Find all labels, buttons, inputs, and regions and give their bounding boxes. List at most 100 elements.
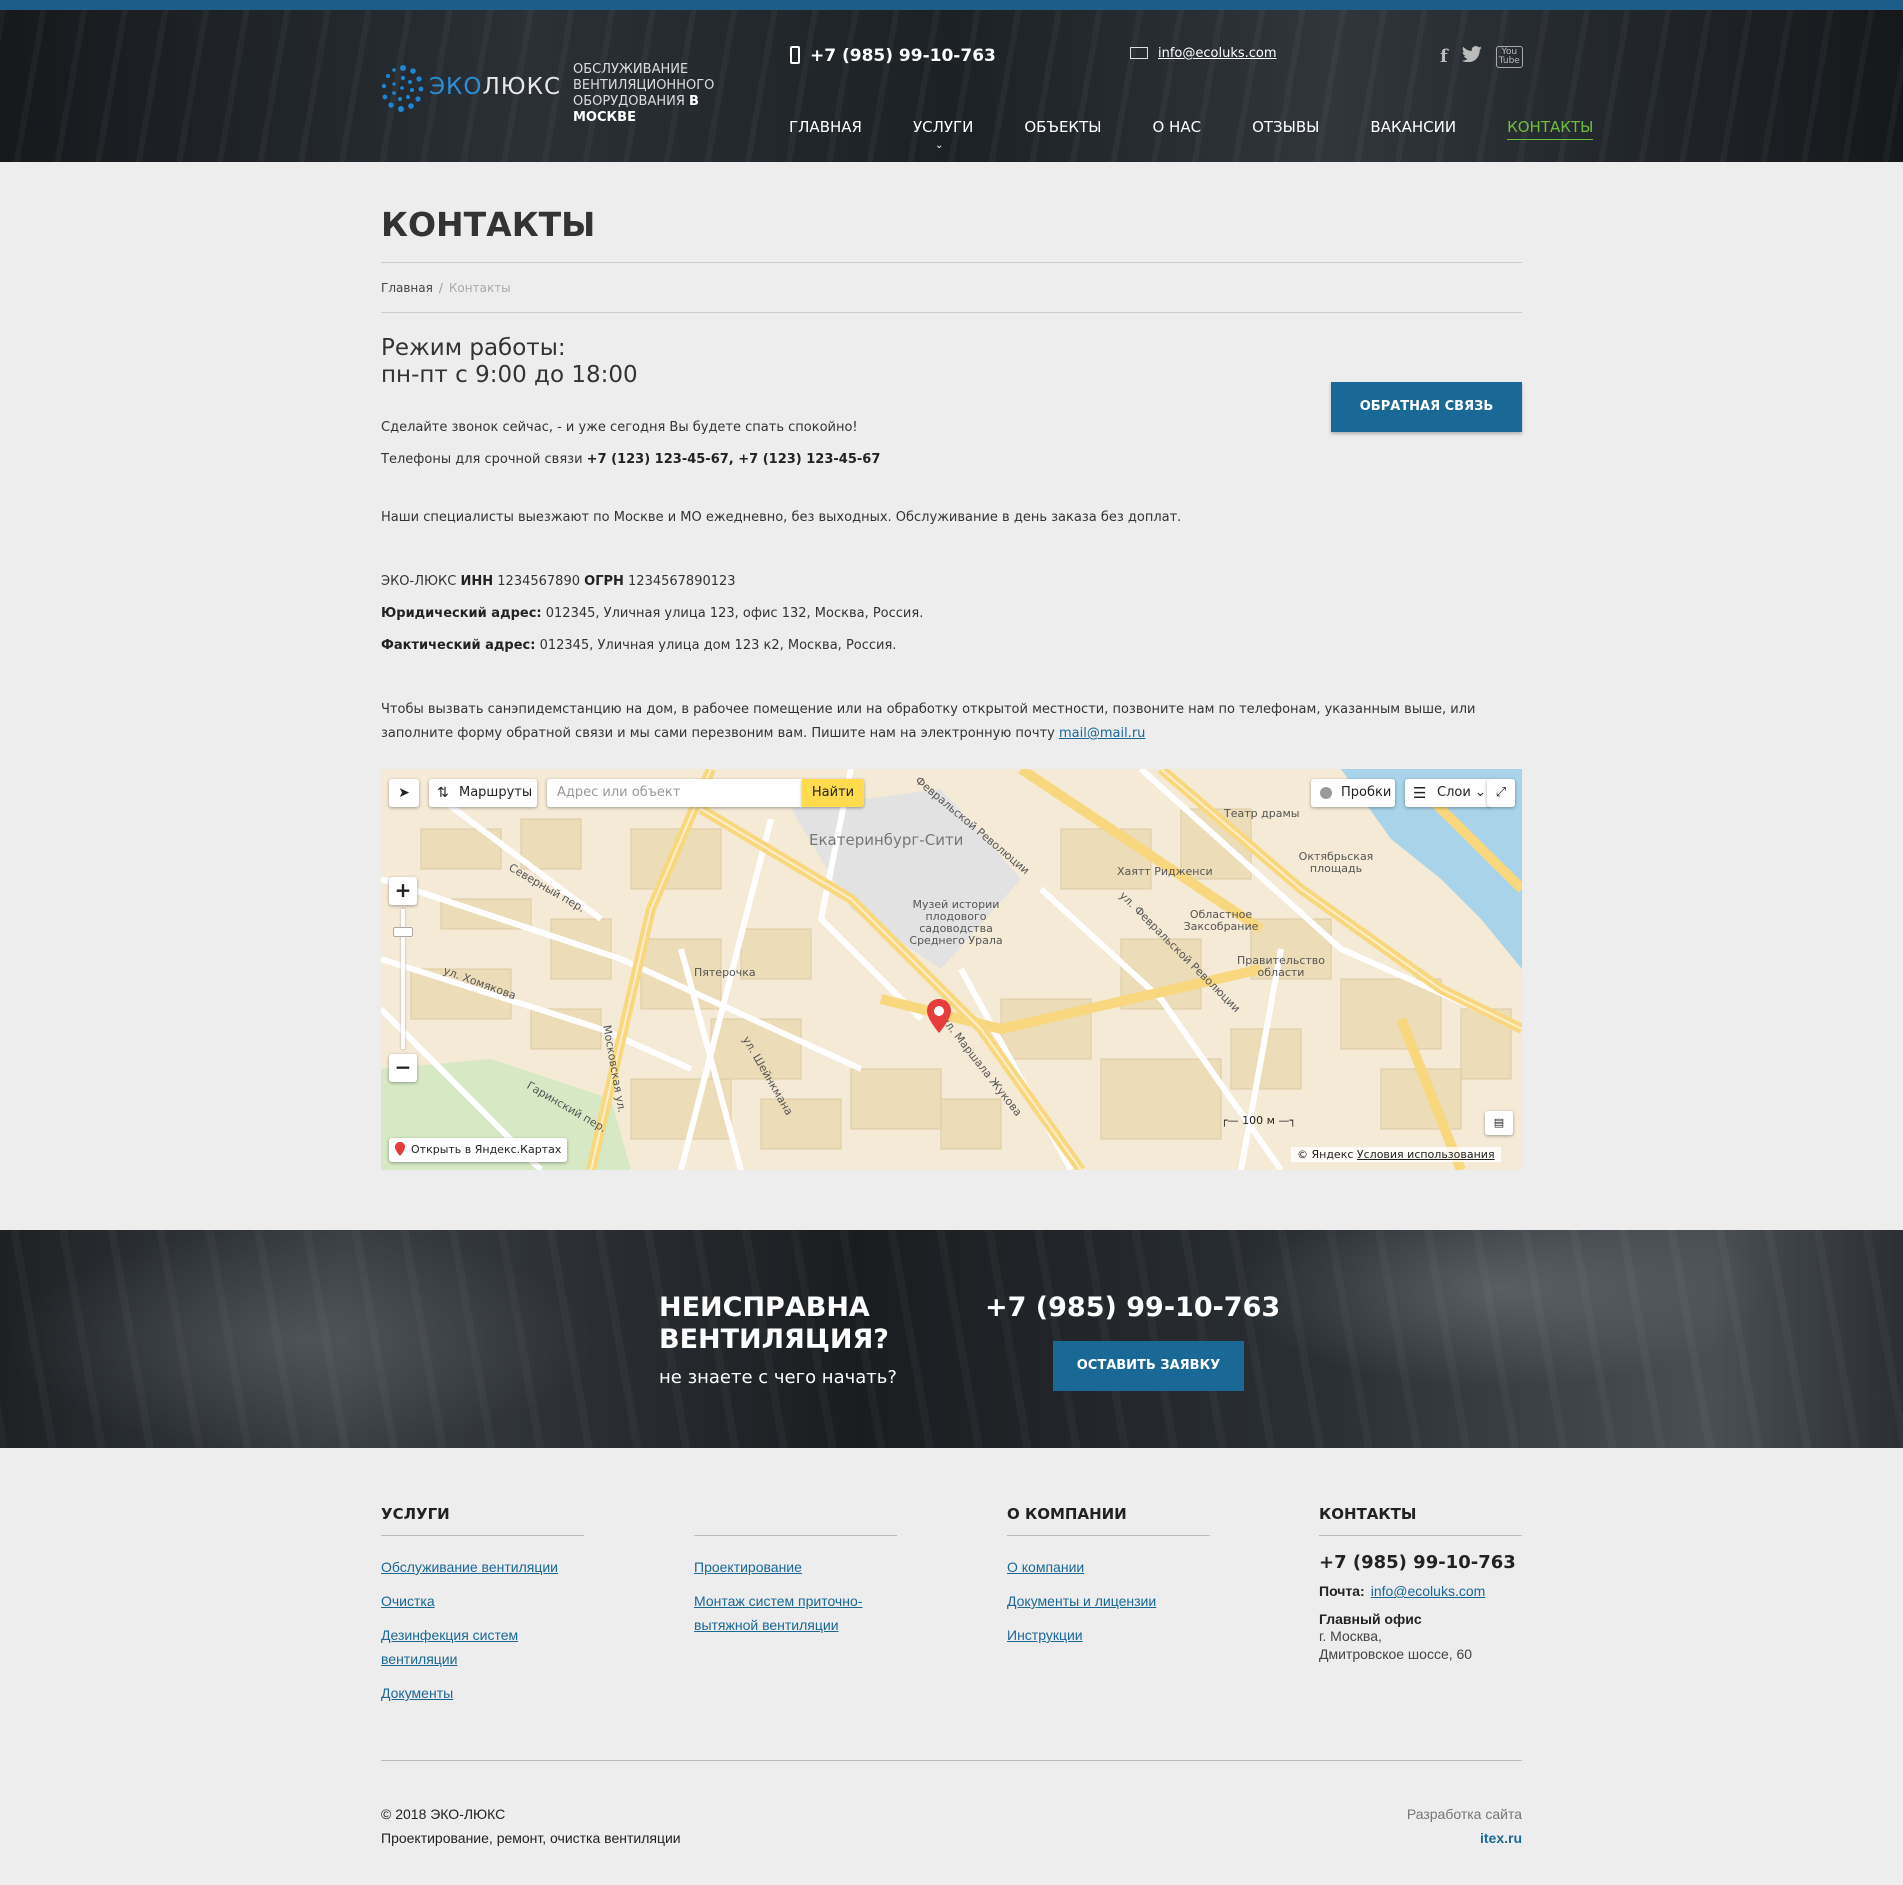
footer-link: Монтаж систем приточно-вытяжной вентиляц…	[694, 1589, 897, 1637]
breadcrumb-separator: /	[438, 281, 443, 295]
map-terms-link[interactable]: Условия использования	[1357, 1148, 1495, 1161]
divider	[381, 262, 1522, 263]
map-label-museum: Музей истории плодового садоводства Сред…	[909, 898, 1003, 947]
nav-item-reviews[interactable]: ОТЗЫВЫ	[1252, 118, 1319, 140]
fullscreen-button[interactable]: ⤢	[1487, 779, 1515, 807]
footer-services-col-2: Проектирование Монтаж систем приточно-вы…	[694, 1505, 897, 1647]
tagline-line-2: ВЕНТИЛЯЦИОННОГО	[573, 78, 715, 93]
hours-value: пн-пт с 9:00 до 18:00	[381, 362, 638, 388]
header-phone[interactable]: +7 (985) 99-10-763	[790, 46, 996, 66]
logo[interactable]: ЭКОЛЮКС	[381, 62, 560, 118]
map-label-city: Екатеринбург-Сити	[809, 831, 964, 849]
map-search-input[interactable]: Адрес или объект	[547, 779, 802, 807]
zoom-out-button[interactable]: −	[389, 1054, 417, 1082]
footer-about-title: О КОМПАНИИ	[1007, 1505, 1210, 1536]
map-label-square: Октябрьская площадь	[1298, 850, 1374, 875]
tagline-line-1: ОБСЛУЖИВАНИЕ	[573, 62, 689, 77]
social-links: f You Tube	[1440, 46, 1523, 68]
yandex-map[interactable]: Екатеринбург-Сити ул. Маршала Жукова Мос…	[381, 769, 1522, 1170]
map-label-shop: Пятерочка	[694, 966, 756, 979]
footer-link: Документы	[381, 1681, 584, 1705]
nav-item-objects[interactable]: ОБЪЕКТЫ	[1024, 118, 1101, 140]
tagline-line-4: МОСКВЕ	[573, 110, 636, 125]
map-label-theatre: Театр драмы	[1224, 807, 1300, 820]
call-info-text: Чтобы вызвать санэпидемстанцию на дом, в…	[381, 702, 1476, 741]
nav-item-services[interactable]: УСЛУГИ ⌄	[913, 118, 973, 151]
breadcrumb-home[interactable]: Главная	[381, 281, 433, 295]
map-tiles	[381, 769, 1522, 1170]
footer-mail: Почта: info@ecoluks.com	[1319, 1583, 1486, 1599]
geolocation-button[interactable]: ➤	[389, 779, 419, 807]
urgent-phones: Телефоны для срочной связи +7 (123) 123-…	[381, 452, 881, 467]
cta-phone[interactable]: +7 (985) 99-10-763	[985, 1292, 1280, 1323]
nav-item-vacancies[interactable]: ВАКАНСИИ	[1370, 118, 1456, 140]
footer-services-title: УСЛУГИ	[381, 1505, 584, 1536]
map-label-hyatt: Хаятт Ридженси	[1117, 865, 1213, 878]
footer-link-licenses[interactable]: Документы и лицензии	[1007, 1593, 1156, 1609]
footer-link-documents[interactable]: Документы	[381, 1685, 453, 1701]
footer-link: Очистка	[381, 1589, 584, 1613]
routes-button[interactable]: ⇅ Маршруты	[429, 779, 537, 807]
youtube-icon[interactable]: You Tube	[1495, 46, 1523, 68]
nav-item-home[interactable]: ГЛАВНАЯ	[789, 118, 862, 140]
footer-mail-link[interactable]: info@ecoluks.com	[1371, 1583, 1486, 1599]
nav-item-contacts[interactable]: КОНТАКТЫ	[1507, 118, 1594, 140]
nav-item-about[interactable]: О НАС	[1152, 118, 1201, 140]
footer-phone[interactable]: +7 (985) 99-10-763	[1319, 1552, 1522, 1573]
header-email-link[interactable]: info@ecoluks.com	[1158, 46, 1277, 61]
footer-link-cleaning[interactable]: Очистка	[381, 1593, 435, 1609]
footer-services-col: УСЛУГИ Обслуживание вентиляции Очистка Д…	[381, 1505, 584, 1715]
top-accent-bar	[0, 0, 1903, 10]
ruler-icon: ▤	[1493, 1116, 1505, 1129]
feedback-button[interactable]: ОБРАТНАЯ СВЯЗЬ	[1331, 382, 1522, 432]
contact-email-link[interactable]: mail@mail.ru	[1059, 726, 1145, 741]
map-scale: ┌— 100 м —┐	[1221, 1114, 1297, 1127]
traffic-button[interactable]: Пробки	[1311, 779, 1395, 807]
location-arrow-icon: ➤	[398, 785, 410, 801]
header-email[interactable]: info@ecoluks.com	[1130, 46, 1277, 61]
developer-credit: Разработка сайта itex.ru	[1404, 1802, 1522, 1850]
breadcrumb-current: Контакты	[448, 281, 511, 295]
footer-link: Документы и лицензии	[1007, 1589, 1210, 1613]
phone-icon	[790, 46, 800, 64]
footer-link: Проектирование	[694, 1555, 897, 1579]
footer-link-about[interactable]: О компании	[1007, 1559, 1084, 1575]
logo-text: ЭКОЛЮКС	[429, 74, 562, 100]
chevron-down-icon: ⌄	[934, 140, 944, 151]
footer-link-instructions[interactable]: Инструкции	[1007, 1627, 1083, 1643]
map-find-button[interactable]: Найти	[802, 779, 864, 807]
layers-icon: ☰	[1413, 784, 1427, 802]
footer-link-installation[interactable]: Монтаж систем приточно-вытяжной вентиляц…	[694, 1593, 862, 1633]
footer-office-label: Главный офис	[1319, 1611, 1422, 1627]
footer-copyright: © 2018 ЭКО-ЛЮКС Проектирование, ремонт, …	[381, 1806, 681, 1846]
zoom-in-button[interactable]: +	[389, 877, 417, 905]
footer-contacts-col: КОНТАКТЫ +7 (985) 99-10-763 Почта: info@e…	[1319, 1505, 1522, 1663]
footer-link-disinfection[interactable]: Дезинфекция систем вентиляции	[381, 1627, 518, 1667]
footer-link: Обслуживание вентиляции	[381, 1555, 584, 1579]
zoom-slider-handle[interactable]	[393, 927, 413, 937]
leave-request-button[interactable]: ОСТАВИТЬ ЗАЯВКУ	[1053, 1341, 1244, 1391]
expand-icon: ⤢	[1495, 785, 1507, 800]
working-hours: Режим работы: пн-пт с 9:00 до 18:00	[381, 335, 638, 389]
map-copyright: © Яндекс Условия использования	[1291, 1147, 1501, 1162]
footer-link-service-maintenance[interactable]: Обслуживание вентиляции	[381, 1559, 558, 1575]
footer-link-design[interactable]: Проектирование	[694, 1559, 802, 1575]
logo-mark-icon	[381, 65, 424, 112]
open-in-yandex-button[interactable]: Открыть в Яндекс.Картах	[389, 1138, 568, 1162]
map-label-zakso: Областное Заксобрание	[1183, 908, 1259, 933]
map-label-government: Правительство области	[1237, 954, 1325, 979]
cta-title: НЕИСПРАВНА ВЕНТИЛЯЦИЯ?	[659, 1292, 889, 1355]
traffic-icon	[1320, 787, 1332, 799]
ruler-button[interactable]: ▤	[1485, 1111, 1513, 1135]
chevron-down-icon: ⌄	[1474, 785, 1486, 800]
footer-link: Дезинфекция систем вентиляции	[381, 1623, 584, 1671]
facebook-icon[interactable]: f	[1440, 46, 1448, 68]
page-title: КОНТАКТЫ	[381, 205, 596, 244]
site-header: ЭКОЛЮКС ОБСЛУЖИВАНИЕ ВЕНТИЛЯЦИОННОГО ОБО…	[0, 10, 1903, 162]
developer-link[interactable]: itex.ru	[1404, 1826, 1522, 1850]
twitter-icon[interactable]	[1461, 46, 1482, 68]
footer-about-col: О КОМПАНИИ О компании Документы и лиценз…	[1007, 1505, 1210, 1657]
hours-label: Режим работы:	[381, 335, 566, 361]
location-pin-icon[interactable]	[927, 999, 951, 1033]
layers-button[interactable]: ☰ Слои ⌄	[1405, 779, 1491, 807]
